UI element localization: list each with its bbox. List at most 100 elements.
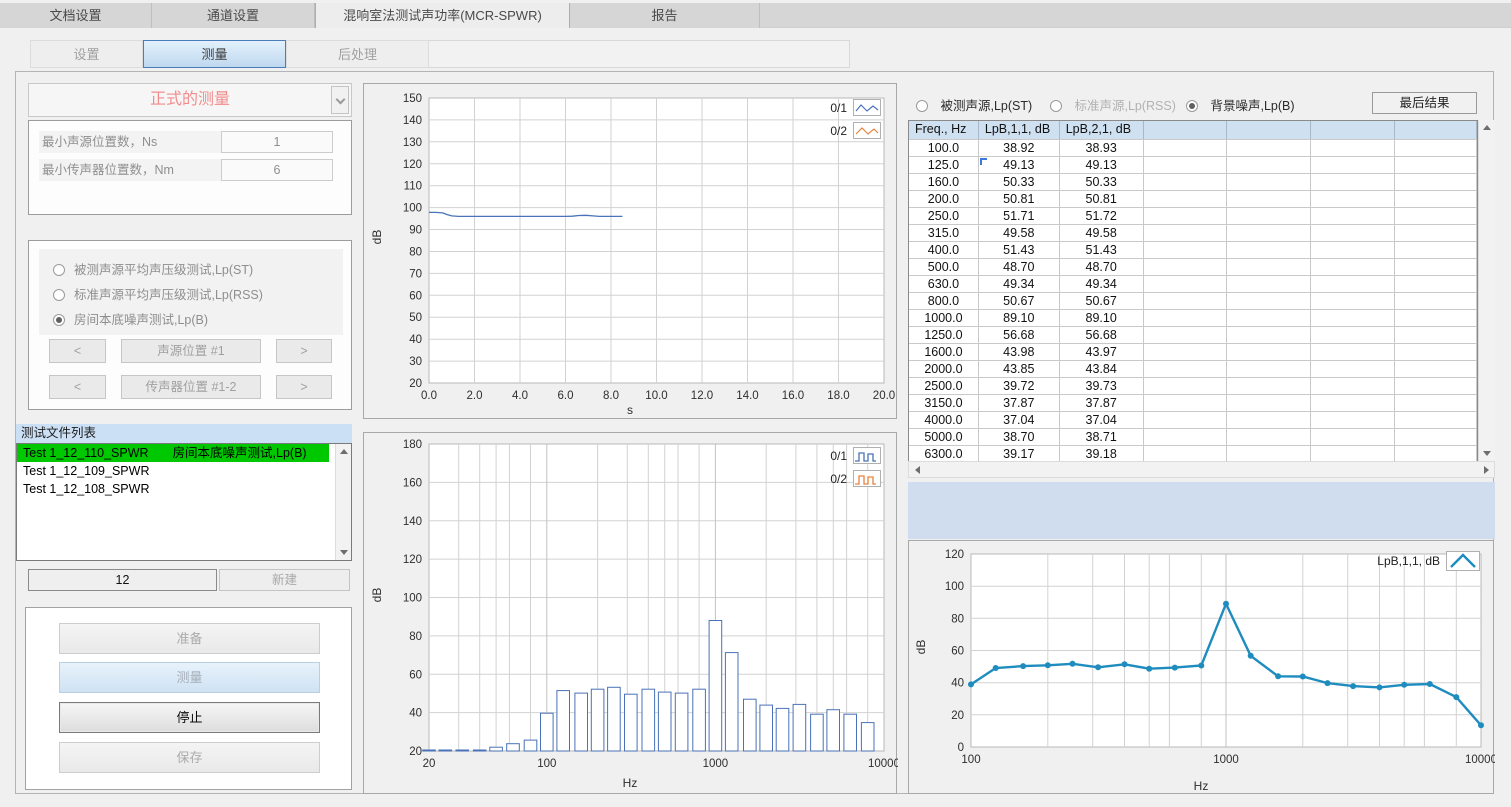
table-cell[interactable] xyxy=(1395,190,1477,207)
table-cell[interactable] xyxy=(1395,394,1477,411)
result-radio-lp-b[interactable]: 背景噪声,Lp(B) xyxy=(1186,95,1295,111)
table-cell[interactable]: 50.81 xyxy=(979,190,1060,207)
table-cell[interactable] xyxy=(1395,377,1477,394)
table-cell[interactable] xyxy=(1311,292,1395,309)
table-horizontal-scrollbar[interactable] xyxy=(908,461,1495,478)
table-cell[interactable]: 160.0 xyxy=(909,173,979,190)
prepare-button[interactable]: 准备 xyxy=(59,623,320,654)
table-cell[interactable] xyxy=(1144,139,1228,156)
table-cell[interactable] xyxy=(1227,428,1311,445)
table-cell[interactable] xyxy=(1227,139,1311,156)
table-cell[interactable]: 250.0 xyxy=(909,207,979,224)
table-cell[interactable]: 800.0 xyxy=(909,292,979,309)
table-cell[interactable] xyxy=(1144,258,1228,275)
table-cell[interactable] xyxy=(1395,292,1477,309)
table-cell[interactable]: 48.70 xyxy=(1060,258,1144,275)
table-cell[interactable] xyxy=(1227,190,1311,207)
table-cell[interactable] xyxy=(1395,428,1477,445)
table-cell[interactable] xyxy=(1227,292,1311,309)
list-item[interactable]: Test 1_12_108_SPWR xyxy=(17,480,351,498)
table-cell[interactable] xyxy=(1311,411,1395,428)
table-cell[interactable] xyxy=(1311,241,1395,258)
final-result-button[interactable]: 最后结果 xyxy=(1372,92,1477,114)
table-cell[interactable] xyxy=(1395,173,1477,190)
table-cell[interactable] xyxy=(1144,241,1228,258)
table-cell[interactable] xyxy=(1227,224,1311,241)
source-position-button[interactable]: 声源位置 #1 xyxy=(121,339,261,363)
table-cell[interactable] xyxy=(1144,275,1228,292)
file-count-button[interactable]: 12 xyxy=(28,569,217,591)
table-cell[interactable]: 49.58 xyxy=(979,224,1060,241)
table-cell[interactable] xyxy=(1311,326,1395,343)
file-list[interactable]: Test 1_12_110_SPWR房间本底噪声测试,Lp(B) Test 1_1… xyxy=(16,443,352,561)
table-cell[interactable] xyxy=(1144,411,1228,428)
measurement-mode-select[interactable]: 正式的测量 xyxy=(28,83,352,117)
table-cell[interactable] xyxy=(1227,258,1311,275)
table-cell[interactable] xyxy=(1227,394,1311,411)
table-cell[interactable]: 1600.0 xyxy=(909,343,979,360)
table-cell[interactable] xyxy=(1311,360,1395,377)
table-cell[interactable]: 89.10 xyxy=(1060,309,1144,326)
table-cell[interactable] xyxy=(1311,428,1395,445)
table-cell[interactable]: 5000.0 xyxy=(909,428,979,445)
table-cell[interactable]: 39.17 xyxy=(979,445,1060,462)
table-cell[interactable] xyxy=(1144,360,1228,377)
table-cell[interactable] xyxy=(1227,275,1311,292)
table-cell[interactable]: 1000.0 xyxy=(909,309,979,326)
result-radio-lp-st[interactable]: 被测声源,Lp(ST) xyxy=(916,95,1032,111)
table-cell[interactable] xyxy=(1311,275,1395,292)
table-cell[interactable] xyxy=(1395,275,1477,292)
table-cell[interactable]: 1250.0 xyxy=(909,326,979,343)
table-cell[interactable]: 43.84 xyxy=(1060,360,1144,377)
table-cell[interactable] xyxy=(1227,241,1311,258)
table-cell[interactable] xyxy=(1144,173,1228,190)
table-cell[interactable]: 48.70 xyxy=(979,258,1060,275)
table-cell[interactable]: 37.87 xyxy=(1060,394,1144,411)
table-cell[interactable] xyxy=(1395,258,1477,275)
table-vertical-scrollbar[interactable] xyxy=(1478,120,1495,461)
table-cell[interactable]: 49.58 xyxy=(1060,224,1144,241)
table-cell[interactable]: 51.43 xyxy=(1060,241,1144,258)
table-cell[interactable] xyxy=(1311,445,1395,462)
table-cell[interactable] xyxy=(1144,309,1228,326)
table-cell[interactable]: 50.81 xyxy=(1060,190,1144,207)
table-cell[interactable] xyxy=(1144,326,1228,343)
subtab-measure[interactable]: 测量 xyxy=(143,40,286,68)
source-next-button[interactable]: > xyxy=(276,339,332,363)
table-cell[interactable] xyxy=(1227,411,1311,428)
table-cell[interactable]: 200.0 xyxy=(909,190,979,207)
radio-lp-st[interactable]: 被测声源平均声压级测试,Lp(ST) xyxy=(53,259,253,275)
table-cell[interactable] xyxy=(1395,360,1477,377)
table-cell[interactable] xyxy=(1311,258,1395,275)
file-list-scrollbar[interactable] xyxy=(335,444,351,560)
table-cell[interactable] xyxy=(1311,156,1395,173)
table-cell[interactable] xyxy=(1227,207,1311,224)
table-cell[interactable]: 38.70 xyxy=(979,428,1060,445)
table-cell[interactable] xyxy=(1227,309,1311,326)
table-cell[interactable] xyxy=(1395,411,1477,428)
table-cell[interactable] xyxy=(1395,207,1477,224)
table-cell[interactable] xyxy=(1395,309,1477,326)
table-cell[interactable]: 89.10 xyxy=(979,309,1060,326)
table-cell[interactable] xyxy=(1144,445,1228,462)
mic-next-button[interactable]: > xyxy=(276,375,332,399)
table-cell[interactable] xyxy=(1227,156,1311,173)
table-cell[interactable] xyxy=(1144,156,1228,173)
table-cell[interactable]: 39.72 xyxy=(979,377,1060,394)
table-cell[interactable]: 43.97 xyxy=(1060,343,1144,360)
list-item[interactable]: Test 1_12_110_SPWR房间本底噪声测试,Lp(B) xyxy=(17,444,329,462)
table-cell[interactable] xyxy=(1311,173,1395,190)
subtab-postprocess[interactable]: 后处理 xyxy=(286,40,429,68)
table-cell[interactable] xyxy=(1144,224,1228,241)
table-cell[interactable]: 39.18 xyxy=(1060,445,1144,462)
result-radio-lp-rss[interactable]: 标准声源,Lp(RSS) xyxy=(1050,95,1176,111)
table-cell[interactable]: 50.33 xyxy=(979,173,1060,190)
new-file-button[interactable]: 新建 xyxy=(219,569,350,591)
table-cell[interactable]: 315.0 xyxy=(909,224,979,241)
table-cell[interactable]: 51.43 xyxy=(979,241,1060,258)
table-cell[interactable] xyxy=(1395,224,1477,241)
table-cell[interactable]: 51.72 xyxy=(1060,207,1144,224)
radio-lp-rss[interactable]: 标准声源平均声压级测试,Lp(RSS) xyxy=(53,284,263,300)
table-cell[interactable] xyxy=(1395,139,1477,156)
table-cell[interactable] xyxy=(1311,343,1395,360)
